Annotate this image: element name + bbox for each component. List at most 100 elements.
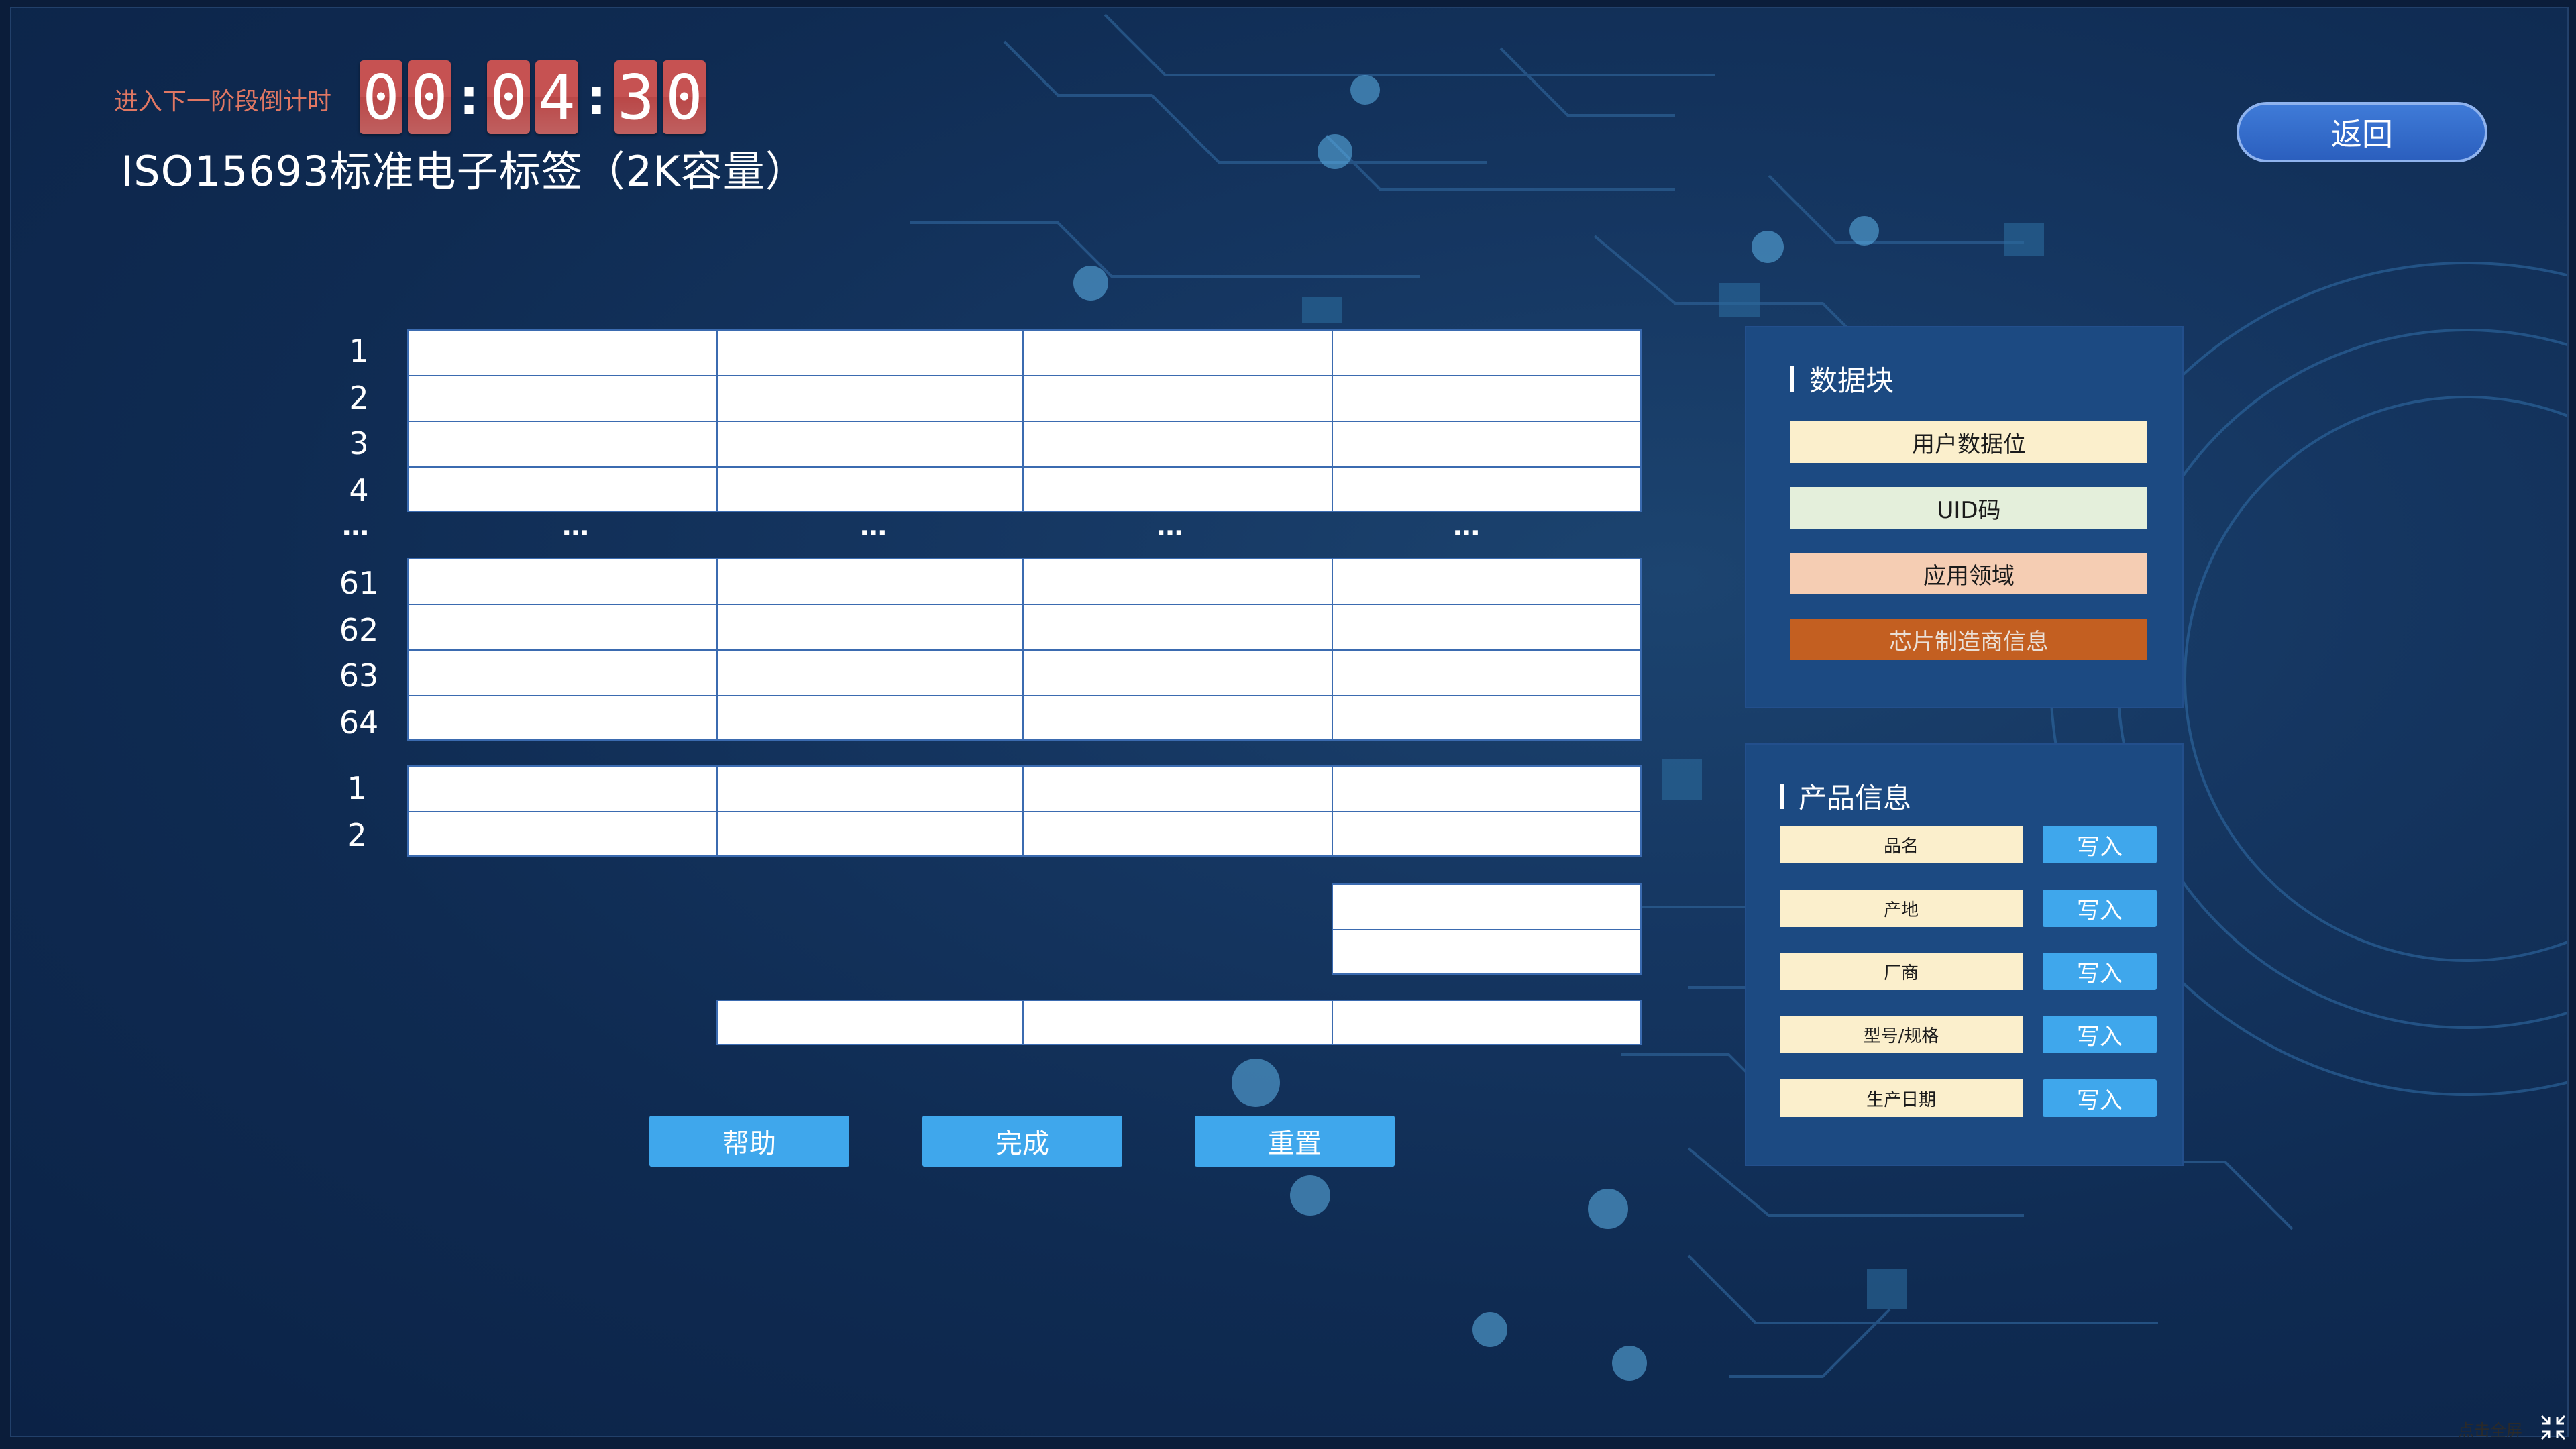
memory-cell[interactable]	[409, 605, 718, 651]
row-ellipsis: …	[342, 511, 369, 542]
memory-cell[interactable]	[1024, 812, 1333, 855]
countdown-separator: :	[586, 68, 606, 126]
title-bar	[1780, 783, 1784, 809]
memory-cell[interactable]	[1024, 376, 1333, 422]
memory-cell[interactable]	[1024, 696, 1333, 739]
legend-user-data[interactable]: 用户数据位	[1790, 421, 2147, 463]
row-number: 4	[349, 472, 369, 508]
product-manufacturer-label: 厂商	[1780, 953, 2023, 990]
row-number: 1	[347, 770, 367, 806]
memory-cell[interactable]	[1024, 468, 1333, 511]
countdown-separator: :	[459, 68, 479, 126]
column-ellipsis: …	[562, 511, 589, 542]
memory-cell[interactable]	[1333, 1001, 1640, 1044]
memory-cell[interactable]	[1024, 1001, 1333, 1044]
row-number: 2	[349, 380, 369, 416]
row-number: 3	[349, 425, 369, 462]
product-info-title: 产品信息	[1780, 775, 1911, 816]
memory-cell[interactable]	[409, 331, 718, 376]
page-title: ISO15693标准电子标签（2K容量）	[121, 147, 808, 196]
memory-cell[interactable]	[718, 468, 1024, 511]
memory-cell[interactable]	[409, 767, 718, 812]
row-number: 1	[349, 333, 369, 369]
memory-cell[interactable]	[409, 651, 718, 696]
memory-cell[interactable]	[718, 696, 1024, 739]
memory-cell[interactable]	[1024, 651, 1333, 696]
memory-cell[interactable]	[1024, 331, 1333, 376]
memory-cell[interactable]	[718, 559, 1024, 605]
product-date-label: 生产日期	[1780, 1079, 2023, 1117]
product-origin-label: 产地	[1780, 890, 2023, 927]
memory-cell[interactable]	[409, 696, 718, 739]
fullscreen-label[interactable]: 点击全屏	[2458, 1417, 2522, 1440]
memory-cell[interactable]	[1024, 605, 1333, 651]
memory-cell[interactable]	[1333, 885, 1640, 930]
row-number: 62	[339, 612, 379, 648]
legend-application[interactable]: 应用领域	[1790, 553, 2147, 594]
memory-cell[interactable]	[1024, 559, 1333, 605]
write-button[interactable]: 写入	[2043, 890, 2157, 927]
column-ellipsis: …	[1453, 511, 1480, 542]
memory-block-top	[407, 329, 1642, 512]
memory-cell[interactable]	[1024, 422, 1333, 468]
countdown-digit: 0	[663, 60, 706, 134]
memory-cell[interactable]	[1333, 376, 1640, 422]
memory-cell[interactable]	[718, 812, 1024, 855]
memory-cell[interactable]	[1333, 605, 1640, 651]
data-block-title-text: 数据块	[1809, 364, 1894, 397]
fullscreen-icon[interactable]	[2540, 1414, 2567, 1441]
product-info-panel: 产品信息 品名 写入 产地 写入 厂商 写入 型号/规格 写入 生产日期 写入	[1745, 743, 2184, 1166]
memory-cell[interactable]	[1333, 930, 1640, 973]
memory-cell[interactable]	[718, 605, 1024, 651]
data-block-panel: 数据块 用户数据位 UID码 应用领域 芯片制造商信息	[1745, 326, 2184, 708]
memory-cell[interactable]	[718, 331, 1024, 376]
write-button[interactable]: 写入	[2043, 953, 2157, 990]
memory-block-row	[716, 1000, 1642, 1045]
help-button[interactable]: 帮助	[649, 1116, 849, 1167]
memory-cell[interactable]	[1333, 812, 1640, 855]
memory-cell[interactable]	[409, 376, 718, 422]
countdown-digit: 0	[487, 60, 530, 134]
write-button[interactable]: 写入	[2043, 1079, 2157, 1117]
memory-cell[interactable]	[718, 1001, 1024, 1044]
row-number: 2	[347, 817, 367, 853]
product-info-title-text: 产品信息	[1799, 782, 1912, 814]
memory-cell[interactable]	[1333, 468, 1640, 511]
column-ellipsis: …	[1157, 511, 1183, 542]
row-number: 61	[339, 565, 379, 601]
memory-cell[interactable]	[1333, 767, 1640, 812]
legend-chip-manufacturer[interactable]: 芯片制造商信息	[1790, 619, 2147, 660]
memory-cell[interactable]	[1333, 696, 1640, 739]
reset-button[interactable]: 重置	[1195, 1116, 1395, 1167]
done-button[interactable]: 完成	[922, 1116, 1122, 1167]
memory-cell[interactable]	[409, 559, 718, 605]
memory-cell[interactable]	[409, 812, 718, 855]
title-bar	[1790, 366, 1794, 392]
data-block-title: 数据块	[1790, 358, 1894, 399]
write-button[interactable]: 写入	[2043, 826, 2157, 863]
memory-cell[interactable]	[718, 651, 1024, 696]
countdown-digit: 0	[360, 60, 402, 134]
memory-cell[interactable]	[1333, 331, 1640, 376]
write-button[interactable]: 写入	[2043, 1016, 2157, 1053]
memory-block-small	[1332, 883, 1642, 975]
countdown-digit: 4	[535, 60, 578, 134]
legend-uid[interactable]: UID码	[1790, 487, 2147, 529]
memory-cell[interactable]	[1333, 559, 1640, 605]
memory-cell[interactable]	[718, 767, 1024, 812]
memory-block-bottom	[407, 558, 1642, 741]
memory-cell[interactable]	[1333, 651, 1640, 696]
memory-cell[interactable]	[718, 422, 1024, 468]
memory-block-extra	[407, 765, 1642, 857]
memory-cell[interactable]	[718, 376, 1024, 422]
back-button[interactable]: 返回	[2237, 102, 2487, 162]
memory-cell[interactable]	[409, 422, 718, 468]
row-number: 63	[339, 657, 379, 694]
memory-cell[interactable]	[1024, 767, 1333, 812]
column-ellipsis: …	[860, 511, 887, 542]
product-model-label: 型号/规格	[1780, 1016, 2023, 1053]
memory-cell[interactable]	[409, 468, 718, 511]
countdown-label: 进入下一阶段倒计时	[114, 88, 332, 115]
row-number: 64	[339, 704, 379, 741]
memory-cell[interactable]	[1333, 422, 1640, 468]
